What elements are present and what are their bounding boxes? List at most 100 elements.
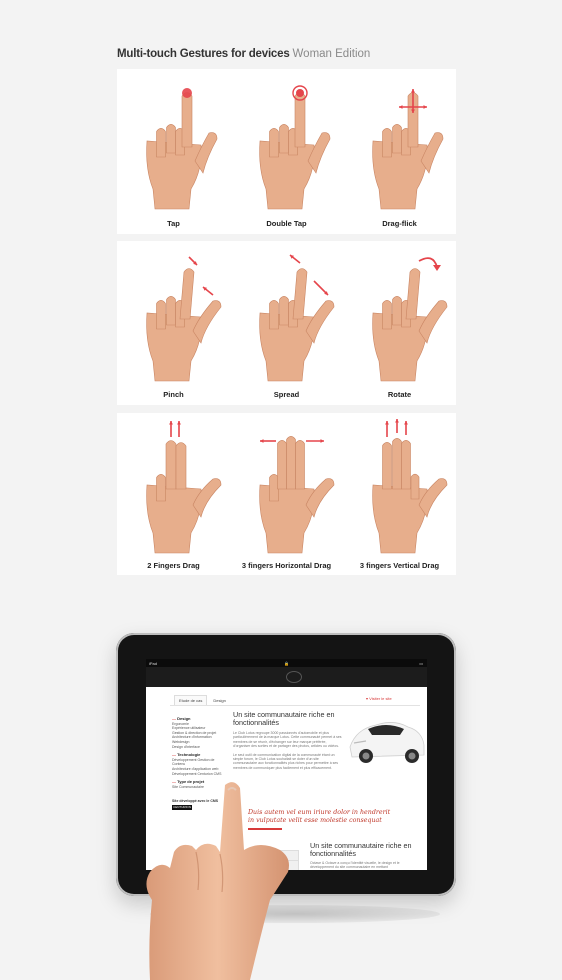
finger-shape <box>181 92 193 148</box>
visit-site-link[interactable]: ▾ Visiter le site <box>366 696 392 701</box>
thumb-shape <box>192 478 222 518</box>
gesture-drag-flick: Drag-flick <box>343 69 456 234</box>
gesture-three-finger-horizontal-drag: 3 fingers Horizontal Drag <box>230 413 343 575</box>
finger-shape <box>175 442 187 490</box>
lock-icon: 🔒 <box>284 660 289 666</box>
tab-design[interactable]: Design <box>209 696 229 705</box>
gesture-tap: Tap <box>117 69 230 234</box>
finger-shape <box>165 440 177 490</box>
finger-shape <box>382 300 392 330</box>
content-tabs: Etude de cas Design <box>174 695 232 705</box>
finger-shape <box>269 128 279 158</box>
hand-illustration <box>372 257 448 382</box>
hand-illustration <box>146 421 222 554</box>
gesture-double-tap: Double Tap <box>230 69 343 234</box>
finger-shape <box>392 438 402 490</box>
status-bar: iPad 🔒 ▭ <box>146 659 427 667</box>
gesture-label: 3 fingers Horizontal Drag <box>241 561 332 570</box>
page-title-edition: Woman Edition <box>292 48 371 60</box>
finger-shape <box>392 296 402 326</box>
page-title: Multi-touch Gestures for devices Woman Ed… <box>117 48 370 60</box>
finger-shape <box>269 300 279 330</box>
arrow-head <box>320 439 324 443</box>
finger-shape <box>410 473 420 500</box>
gesture-two-finger-drag: 2 Fingers Drag <box>117 413 230 575</box>
gesture-pinch: Pinch <box>117 241 230 405</box>
gesture-label: Rotate <box>387 390 412 399</box>
gesture-label: Pinch <box>163 390 184 399</box>
finger-shape <box>392 124 402 154</box>
arrow-head <box>260 439 264 443</box>
article-secondary: Un site communautaire riche en fonctionn… <box>310 842 420 870</box>
tap-indicator <box>296 89 304 97</box>
hand-illustration <box>259 85 331 210</box>
gesture-panel-row-3: 2 Fingers Drag 3 fingers Horizontal Drag… <box>117 413 456 575</box>
gesture-label: 3 fingers Vertical Drag <box>359 561 440 570</box>
hand-illustration <box>372 89 444 210</box>
finger-shape <box>179 268 195 320</box>
article-title: Un site communautaire riche en fonctionn… <box>310 841 412 858</box>
gesture-panel-row-2: Pinch Spread Rotate <box>117 241 456 405</box>
finger-shape <box>286 436 296 490</box>
finger-shape <box>292 268 308 320</box>
finger-shape <box>405 268 421 320</box>
pointing-hand-image <box>146 782 289 980</box>
article-paragraph: Octave & Octave a conçu l'identité visue… <box>310 861 400 870</box>
finger-shape <box>156 128 166 158</box>
finger-shape <box>279 124 289 154</box>
finger-shape <box>277 440 287 490</box>
hand-illustration <box>259 254 335 382</box>
arrow-head <box>411 89 415 93</box>
finger-shape <box>156 474 166 502</box>
sidebar-item: Design d'interface <box>172 744 200 749</box>
finger-shape <box>156 300 166 330</box>
arrow-head <box>423 105 427 109</box>
gesture-spread: Spread <box>230 241 343 405</box>
finger-shape <box>166 124 176 154</box>
gesture-label: Spread <box>273 390 300 399</box>
gesture-three-finger-vertical-drag: 3 fingers Vertical Drag <box>343 413 456 575</box>
battery-icon: ▭ <box>419 660 423 666</box>
visit-site-label: Visiter le site <box>369 696 392 701</box>
thumb-shape <box>305 478 335 518</box>
sidebar-item: Développement Centurion CMS <box>172 771 222 776</box>
finger-shape <box>382 442 392 490</box>
finger-shape <box>401 440 411 490</box>
hero-banner <box>146 667 427 687</box>
article-paragraph: Le Club Lotus regroupe 3000 passionnés d… <box>233 731 342 749</box>
tap-indicator <box>182 88 192 98</box>
arrow-head <box>177 421 181 425</box>
page-title-main: Multi-touch Gestures for devices <box>117 48 290 60</box>
finger-shape <box>166 296 176 326</box>
status-device-name: iPad <box>149 660 158 666</box>
finger-shape <box>269 474 279 502</box>
arrow-head <box>399 105 403 109</box>
article-main: Un site communautaire riche en fonctionn… <box>233 711 343 770</box>
gesture-label: Double Tap <box>266 219 307 228</box>
article-paragraph: Le seul outil de communication digital d… <box>233 752 339 770</box>
finger-shape <box>279 296 289 326</box>
gesture-rotate: Rotate <box>343 241 456 405</box>
gesture-label: Drag-flick <box>382 219 417 228</box>
palm-shape <box>146 484 202 554</box>
arrow-head <box>385 421 389 425</box>
hand-illustration <box>146 88 218 210</box>
finger-shape <box>295 440 305 490</box>
arrow-head <box>433 265 441 271</box>
gesture-label: 2 Fingers Drag <box>147 561 200 570</box>
gesture-panel-row-1: Tap Double Tap Drag-flick <box>117 69 456 234</box>
finger-shape <box>382 128 392 158</box>
arrow-head <box>404 421 408 425</box>
hand-illustration <box>259 436 335 554</box>
gesture-label: Tap <box>167 219 180 228</box>
article-title: Un site communautaire riche en fonctionn… <box>233 710 335 727</box>
palm-shape <box>259 484 315 554</box>
hand-illustration <box>146 256 222 382</box>
thumb-shape <box>418 478 448 518</box>
arrow-head <box>395 419 399 423</box>
hand-illustration <box>372 419 448 554</box>
car-image <box>349 722 425 763</box>
divider <box>170 705 420 706</box>
arrow-head <box>169 421 173 425</box>
tab-case-study[interactable]: Etude de cas <box>174 695 208 705</box>
